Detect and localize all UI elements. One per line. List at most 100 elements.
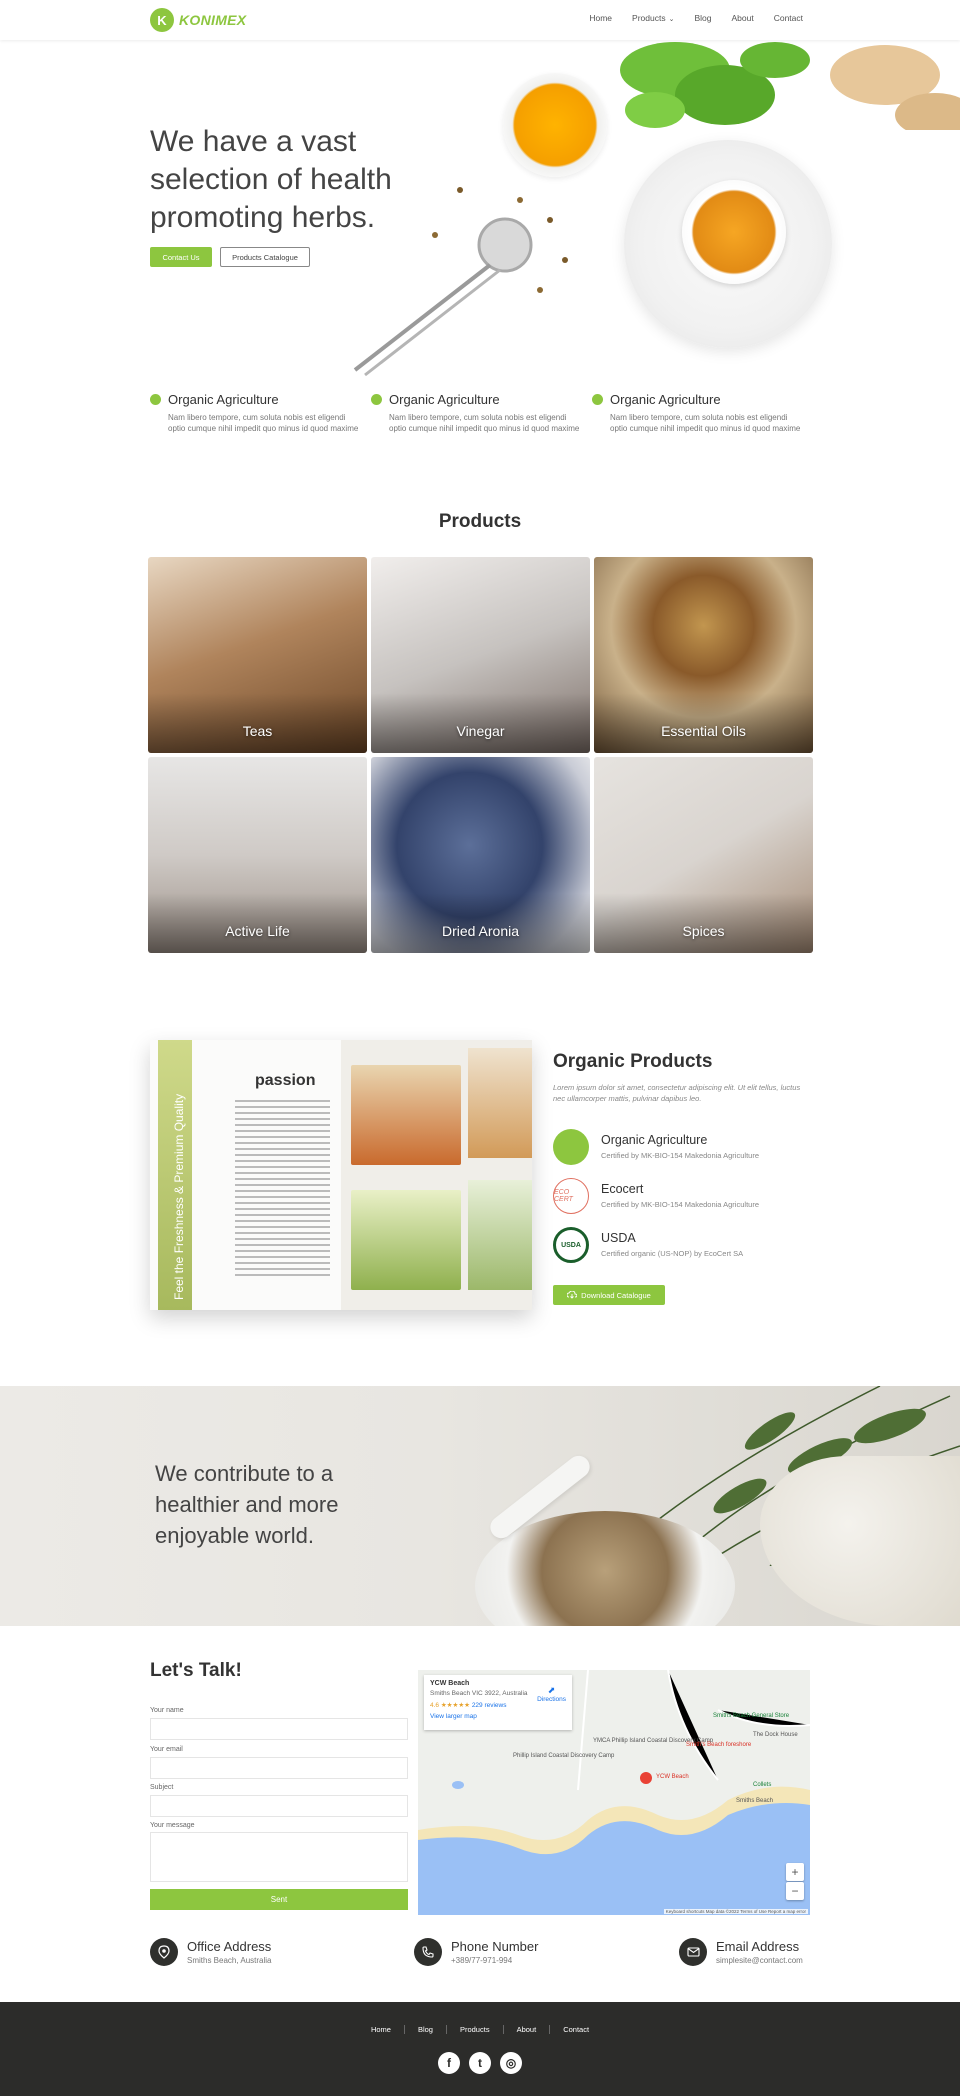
- zoom-in-button[interactable]: +: [786, 1863, 804, 1881]
- catalogue-right-page: [341, 1040, 532, 1310]
- footer-link-blog[interactable]: Blog: [405, 2025, 447, 2034]
- nav-products-label: Products: [632, 13, 666, 23]
- instagram-icon[interactable]: ◎: [500, 2052, 522, 2074]
- info-title: Email Address: [716, 1939, 800, 1954]
- map-footer: Keyboard shortcuts Map data ©2022 Terms …: [663, 1909, 808, 1914]
- message-field[interactable]: [150, 1832, 408, 1882]
- info-value[interactable]: +389/77-971-994: [451, 1956, 512, 1965]
- download-catalogue-button[interactable]: Download Catalogue: [553, 1285, 665, 1305]
- product-tile-active-life[interactable]: Active Life: [148, 757, 367, 953]
- product-tile-vinegar[interactable]: Vinegar: [371, 557, 590, 753]
- top-navbar: K KONIMEX Home Products ⌄ Blog About Cont…: [0, 0, 960, 40]
- bullet-dot-icon: [150, 394, 161, 405]
- footer-link-home[interactable]: Home: [358, 2025, 405, 2034]
- product-label: Spices: [682, 923, 725, 939]
- product-tile-teas[interactable]: Teas: [148, 557, 367, 753]
- contact-title: Let's Talk!: [150, 1660, 242, 1681]
- bullet-dot-icon: [371, 394, 382, 405]
- product-label: Teas: [242, 723, 273, 739]
- feature-title: Organic Agriculture: [168, 392, 279, 407]
- catalogue-brand: passion: [255, 1072, 316, 1089]
- nav-about[interactable]: About: [731, 13, 753, 23]
- map-info-card: YCW Beach Smiths Beach VIC 3922, Austral…: [424, 1675, 572, 1730]
- nav-home[interactable]: Home: [589, 13, 612, 23]
- usda-icon: USDA: [553, 1227, 589, 1263]
- info-value: Smiths Beach, Australia: [187, 1956, 272, 1965]
- products-grid: Teas Vinegar Essential Oils Active Life …: [148, 557, 813, 953]
- footer-link-products[interactable]: Products: [447, 2025, 504, 2034]
- office-address: Office Address Smiths Beach, Australia: [150, 1938, 330, 1970]
- cert-name: Ecocert: [601, 1182, 644, 1196]
- banner-text: We contribute to a healthier and more en…: [155, 1461, 339, 1548]
- feature-title: Organic Agriculture: [389, 392, 500, 407]
- cert-name: Organic Agriculture: [601, 1133, 708, 1147]
- feature-desc: Nam libero tempore, cum soluta nobis est…: [168, 413, 359, 433]
- main-menu: Home Products ⌄ Blog About Contact: [589, 13, 803, 23]
- tea-cup-image: [682, 180, 786, 284]
- info-value[interactable]: simplesite@contact.com: [716, 1956, 803, 1965]
- info-title: Office Address: [187, 1939, 272, 1954]
- envelope-icon: [679, 1938, 707, 1966]
- phone-icon: [414, 1938, 442, 1966]
- phone-number: Phone Number +389/77-971-994: [414, 1938, 594, 1970]
- name-field[interactable]: [150, 1718, 408, 1740]
- cert-desc: Certified by MK-BIO-154 Makedonia Agricu…: [601, 1151, 759, 1160]
- hero-leaves-image: [620, 42, 960, 130]
- map-reviews-link[interactable]: 229 reviews: [472, 1702, 507, 1709]
- logo-icon: K: [150, 8, 174, 32]
- logo[interactable]: K KONIMEX: [150, 8, 246, 32]
- map-label: Collets: [753, 1782, 772, 1788]
- map-label: Smiths Beach: [736, 1798, 774, 1804]
- map-label: Smiths Beach General Store: [713, 1713, 790, 1719]
- chevron-down-icon: ⌄: [668, 16, 675, 23]
- send-button[interactable]: Sent: [150, 1889, 408, 1910]
- nav-products[interactable]: Products ⌄: [632, 13, 674, 23]
- footer-menu: Home Blog Products About Contact: [0, 2025, 960, 2034]
- name-label: Your name: [150, 1707, 184, 1714]
- cert-name: USDA: [601, 1231, 636, 1245]
- product-label: Active Life: [225, 923, 290, 939]
- tea-box-image: [351, 1065, 461, 1165]
- subject-field[interactable]: [150, 1795, 408, 1817]
- products-title: Products: [438, 511, 522, 532]
- feature-desc: Nam libero tempore, cum soluta nobis est…: [389, 413, 580, 433]
- feature-desc: Nam libero tempore, cum soluta nobis est…: [610, 413, 801, 433]
- location-pin-icon: [150, 1938, 178, 1966]
- mission-banner: We contribute to a healthier and more en…: [0, 1386, 960, 1626]
- map-label: The Dock House: [753, 1732, 798, 1738]
- view-larger-map-link[interactable]: View larger map: [430, 1713, 566, 1720]
- zoom-out-button[interactable]: −: [786, 1882, 804, 1900]
- nav-blog[interactable]: Blog: [694, 13, 711, 23]
- linen-sack-image: [760, 1456, 960, 1626]
- map-embed[interactable]: YCW Beach Smiths Beach VIC 3922, Austral…: [418, 1670, 810, 1915]
- products-catalogue-button[interactable]: Products Catalogue: [220, 247, 310, 267]
- cert-item: USDA USDA Certified organic (US-NOP) by …: [553, 1227, 813, 1267]
- product-tile-essential-oils[interactable]: Essential Oils: [594, 557, 813, 753]
- feature-title: Organic Agriculture: [610, 392, 721, 407]
- map-label: Phillip Island Coastal Discovery Camp: [513, 1753, 615, 1759]
- cloud-download-icon: [567, 1291, 578, 1299]
- product-tile-dried-aronia[interactable]: Dried Aronia: [371, 757, 590, 953]
- product-tile-spices[interactable]: Spices: [594, 757, 813, 953]
- hero-title: We have a vast selection of health promo…: [150, 125, 392, 234]
- email-address: Email Address simplesite@contact.com: [679, 1938, 859, 1970]
- social-links: f t ◎: [0, 2052, 960, 2074]
- twitter-icon[interactable]: t: [469, 2052, 491, 2074]
- directions-button[interactable]: ⬈ Directions: [537, 1685, 566, 1703]
- catalogue-text-lines: [235, 1100, 330, 1280]
- catalogue-strip-text: Feel the Freshness & Premium Quality: [172, 1093, 186, 1300]
- ecocert-icon: ECO CERT: [553, 1178, 589, 1214]
- footer-link-contact[interactable]: Contact: [550, 2025, 602, 2034]
- facebook-icon[interactable]: f: [438, 2052, 460, 2074]
- subject-label: Subject: [150, 1784, 174, 1791]
- info-title: Phone Number: [451, 1939, 539, 1954]
- directions-icon: ⬈: [547, 1685, 556, 1695]
- message-label: Your message: [150, 1822, 195, 1829]
- footer-link-about[interactable]: About: [504, 2025, 551, 2034]
- nav-contact[interactable]: Contact: [774, 13, 803, 23]
- cert-item: ECO CERT Ecocert Certified by MK-BIO-154…: [553, 1178, 813, 1218]
- contact-us-button[interactable]: Contact Us: [150, 247, 212, 267]
- product-label: Essential Oils: [661, 723, 746, 739]
- email-field[interactable]: [150, 1757, 408, 1779]
- bullet-dot-icon: [592, 394, 603, 405]
